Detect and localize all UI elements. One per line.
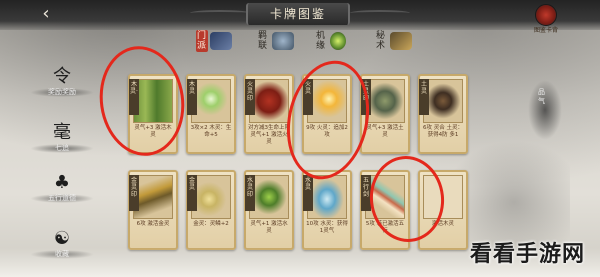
bond-icon [272,32,294,50]
card-tag: 金灵 [187,175,197,211]
emblem-icon [535,4,557,26]
earth-seal-icon [365,79,405,123]
card-description: 灵气+3 激活木灵 [134,125,172,138]
card-description: 灵气+1 激活水灵 [250,221,288,234]
game-scene: ‹ 卡牌图鉴 图鉴卡背 门派 羁联 机缘 秘术 令 奖励奖励 毫 七追 ♣ 五行… [0,0,600,277]
tab-secret[interactable]: 秘术 [376,30,412,52]
card[interactable]: 土灵 6攻 灵合 土灵：获得4防 多1 [418,74,468,154]
card[interactable]: 五行剑 5攻 若已激活五行 [360,170,410,250]
card[interactable]: 火灵印 对方减3生命上限 灵气+1 激活火灵 [244,74,294,154]
card-description: 金灵：灵鳞+2 [193,221,229,227]
side-item-label: 七追 [30,144,94,153]
back-button[interactable]: ‹ [34,4,58,24]
card[interactable]: 水灵印 灵气+1 激活水灵 [244,170,294,250]
card[interactable]: 木灵· 灵气+3 激活木灵 [128,74,178,154]
card-description: 激活木灵 [431,221,454,227]
side-navigation: 令 奖励奖励 毫 七追 ♣ 五行道德 ☯ 收藏 [30,66,94,277]
card[interactable]: 水灵 10攻 水灵：获得1灵气 [302,170,352,250]
card[interactable]: 金灵印 6攻 激活金灵 [128,170,178,250]
side-item-chase[interactable]: 毫 七追 [30,122,94,162]
card-description: 6攻 激活金灵 [136,221,170,227]
card-description: 10攻 水灵：获得1灵气 [306,221,348,234]
tab-label: 机缘 [316,31,326,51]
category-tabs: 门派 羁联 机缘 秘术 [196,30,432,52]
red-seal-icon [249,79,289,123]
water-wave-icon [307,175,347,219]
right-seal: 品气 [528,80,562,140]
water-seal-icon [249,175,289,219]
fortune-icon [330,32,346,50]
page-title: 卡牌图鉴 [246,3,350,25]
card[interactable]: 土灵印 灵气+3 激活土灵 [360,74,410,154]
title-ornament-left [190,10,250,16]
card-tag: 木灵· [129,79,139,115]
site-watermark: 看看手游网 [470,242,586,267]
title-ornament-right [350,10,410,16]
card-description: 6攻 灵合 土灵：获得4防 多1 [423,125,463,138]
metal-spirit-icon [191,175,231,219]
top-bar: ‹ 卡牌图鉴 [0,0,600,30]
blank-card-art-icon [423,175,463,219]
metal-seal-icon [133,175,173,219]
five-element-blade-icon [365,175,405,219]
tab-label: 秘术 [376,31,386,51]
card-tag: 木灵 [187,79,197,115]
yinyang-icon: ☯ [53,228,71,249]
side-item-label: 五行道德 [30,194,94,203]
card-description: 5攻 若已激活五行 [365,221,405,234]
card[interactable]: 激活木灵 [418,170,468,250]
secret-icon [390,32,412,50]
command-icon: 令 [53,66,71,87]
card-tag: 水灵 [303,175,313,211]
card[interactable]: 木灵 3攻×2 木灵：生命+5 [186,74,236,154]
tab-label: 羁联 [258,31,268,51]
plant-icon: ♣ [53,172,71,193]
card-tag: 火灵印 [245,79,255,115]
side-item-label: 奖励奖励 [30,88,94,97]
tab-fortune[interactable]: 机缘 [316,30,346,52]
fire-spirit-icon [307,79,347,123]
card-tag: 五行剑 [361,175,371,211]
tab-bond[interactable]: 羁联 [258,30,294,52]
card-tag: 水灵印 [245,175,255,211]
card-description: 对方减3生命上限 灵气+1 激活火灵 [248,125,290,145]
card-description: 9攻 火灵：追加2攻 [306,125,348,138]
tab-sect[interactable]: 门派 [196,30,232,52]
side-item-five-elements[interactable]: ♣ 五行道德 [30,172,94,212]
sect-icon [210,32,232,50]
earth-spirit-icon [423,79,463,123]
brush-icon: 毫 [53,122,71,143]
side-item-reward[interactable]: 令 奖励奖励 [30,66,94,106]
card-tag: 土灵印 [361,79,371,115]
card-tag: 土灵 [419,79,429,115]
card-tag: 金灵印 [129,175,139,211]
card-description: 灵气+3 激活土灵 [366,125,404,138]
tab-label: 门派 [196,30,208,52]
card[interactable]: 火灵 9攻 火灵：追加2攻 [302,74,352,154]
glowing-orb-icon [191,79,231,123]
card-grid: 木灵· 灵气+3 激活木灵 木灵 3攻×2 木灵：生命+5 火灵印 对方减3生命… [122,74,522,274]
card-back-gallery-label: 图鉴卡背 [533,27,558,34]
right-seal-label: 品气 [538,88,545,105]
card[interactable]: 金灵 金灵：灵鳞+2 [186,170,236,250]
card-description: 3攻×2 木灵：生命+5 [190,125,232,138]
bamboo-icon [133,79,173,123]
card-back-gallery-button[interactable]: 图鉴卡背 [524,4,568,38]
card-tag: 火灵 [303,79,313,115]
